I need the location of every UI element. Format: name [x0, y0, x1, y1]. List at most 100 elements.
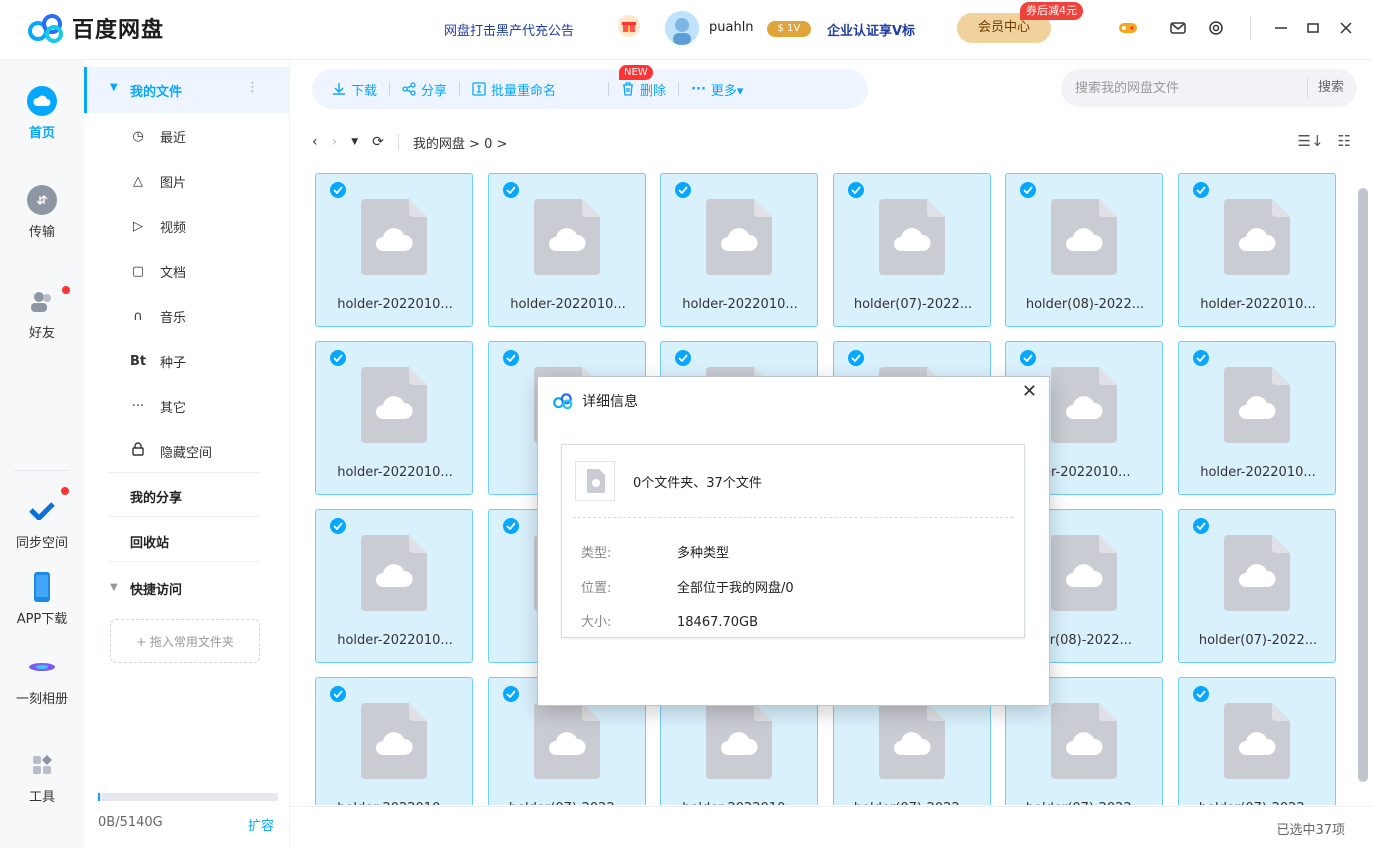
left-rail: 首页 传输 好友 同步空间 APP下载 一刻相册 工具 — [0, 60, 84, 848]
view-options: ☰↓ ☷ — [1298, 132, 1351, 150]
drop-folder-zone[interactable]: + 拖入常用文件夹 — [110, 619, 260, 663]
file-tile[interactable]: holder-2022010... — [660, 173, 818, 327]
enterprise-verify-link[interactable]: 企业认证享V标 — [827, 20, 915, 39]
close-icon[interactable]: ✕ — [1022, 381, 1037, 402]
collapse-arrow-icon[interactable]: ▼ — [110, 82, 118, 93]
rail-item-app-download[interactable]: APP下载 — [0, 572, 84, 627]
check-icon[interactable] — [503, 518, 519, 534]
details-value: 全部位于我的网盘/0 — [677, 581, 794, 596]
sort-icon[interactable]: ☰↓ — [1298, 132, 1324, 150]
my-share-link[interactable]: 我的分享 — [130, 487, 182, 506]
check-icon[interactable] — [330, 182, 346, 198]
new-badge: NEW — [619, 65, 653, 80]
rail-item-moment-album[interactable]: 一刻相册 — [0, 652, 84, 707]
file-name: holder-2022010... — [1200, 297, 1316, 312]
side-item-music[interactable]: ∩ 音乐 — [84, 296, 290, 336]
check-icon[interactable] — [503, 686, 519, 702]
forward-arrow-icon[interactable]: › — [332, 134, 338, 150]
search-button[interactable]: 搜索 — [1307, 78, 1344, 98]
rail-label-moment-album: 一刻相册 — [15, 692, 68, 707]
file-tile[interactable]: holder-2022010... — [315, 677, 473, 805]
history-dropdown-icon[interactable]: ▼ — [351, 137, 358, 147]
rename-icon — [472, 82, 486, 96]
back-arrow-icon[interactable]: ‹ — [312, 134, 318, 150]
settings-icon[interactable] — [1205, 17, 1227, 39]
file-tile[interactable]: holder-2022010... — [315, 173, 473, 327]
side-item-torrents[interactable]: Bt 种子 — [84, 341, 290, 381]
check-icon[interactable] — [1193, 686, 1209, 702]
rail-item-transfer[interactable]: 传输 — [0, 185, 84, 240]
gift-icon[interactable] — [618, 15, 640, 37]
check-icon[interactable] — [675, 182, 691, 198]
announcement-link[interactable]: 网盘打击黑产代充公告 — [444, 20, 574, 39]
share-button[interactable]: 分享 — [390, 80, 459, 99]
minimize-icon[interactable] — [1270, 17, 1292, 39]
search-input[interactable] — [1061, 80, 1307, 96]
rail-item-sync-space[interactable]: 同步空间 — [0, 496, 84, 551]
breadcrumb-root[interactable]: 我的网盘 — [413, 137, 465, 152]
check-icon[interactable] — [1020, 350, 1036, 366]
breadcrumb-current[interactable]: 0 — [484, 137, 492, 152]
username[interactable]: puahln — [709, 20, 754, 35]
check-icon[interactable] — [330, 686, 346, 702]
check-icon[interactable] — [330, 350, 346, 366]
quick-access-arrow-icon[interactable]: ▼ — [110, 582, 118, 593]
check-icon[interactable] — [675, 350, 691, 366]
rail-item-friends[interactable]: 好友 — [0, 286, 84, 341]
check-icon[interactable] — [1193, 518, 1209, 534]
side-item-recent[interactable]: ◷ 最近 — [84, 116, 290, 156]
check-icon[interactable] — [330, 518, 346, 534]
side-item-hidden-space[interactable]: 隐藏空间 — [84, 431, 290, 471]
album-icon — [27, 652, 57, 682]
more-button[interactable]: ··· 更多▾ — [679, 80, 755, 99]
scrollbar-thumb[interactable] — [1358, 188, 1368, 782]
quick-access-header[interactable]: 快捷访问 — [130, 579, 182, 598]
file-tile[interactable]: holder-2022010... — [488, 173, 646, 327]
check-icon[interactable] — [1020, 182, 1036, 198]
side-item-documents[interactable]: ▢ 文档 — [84, 251, 290, 291]
cloud-file-icon — [1224, 703, 1290, 779]
check-icon[interactable] — [503, 350, 519, 366]
recycle-bin-link[interactable]: 回收站 — [130, 532, 169, 551]
file-name: holder(07)-2022... — [1179, 801, 1337, 805]
more-options-icon[interactable]: ⋮ — [246, 80, 259, 95]
file-tile[interactable]: holder-2022010... — [315, 341, 473, 495]
lock-icon — [130, 442, 146, 460]
side-item-images[interactable]: △ 图片 — [84, 161, 290, 201]
check-icon[interactable] — [1193, 182, 1209, 198]
check-icon[interactable] — [848, 350, 864, 366]
maximize-icon[interactable] — [1302, 17, 1324, 39]
rail-item-tools[interactable]: 工具 — [0, 750, 84, 805]
cloud-file-icon — [1051, 535, 1117, 611]
close-window-icon[interactable] — [1335, 17, 1357, 39]
file-tile[interactable]: holder-2022010... — [1178, 341, 1336, 495]
game-icon[interactable] — [1117, 17, 1139, 39]
cloud-file-icon — [534, 199, 600, 275]
check-icon[interactable] — [1193, 350, 1209, 366]
delete-button[interactable]: 删除 — [609, 80, 678, 99]
file-tile[interactable]: holder-2022010... — [1178, 173, 1336, 327]
vip-badge[interactable]: $ 1V — [767, 21, 811, 37]
batch-rename-button[interactable]: 批量重命名 — [460, 80, 568, 99]
breadcrumb: 我的网盘 > 0 > — [413, 133, 508, 152]
file-tile[interactable]: holder(07)-2022... — [1178, 677, 1336, 805]
file-tile[interactable]: holder(07)-2022... — [1178, 509, 1336, 663]
file-tile[interactable]: holder(08)-2022... — [1005, 173, 1163, 327]
rail-item-home[interactable]: 首页 — [0, 86, 84, 141]
file-tile[interactable]: holder(07)-2022... — [833, 173, 991, 327]
side-item-others[interactable]: ··· 其它 — [84, 386, 290, 426]
file-tile[interactable]: holder-2022010... — [315, 509, 473, 663]
search-box: 搜索 — [1061, 69, 1357, 107]
download-button[interactable]: 下载 — [312, 80, 389, 99]
expand-storage-link[interactable]: 扩容 — [248, 815, 274, 834]
storage-quota-fill — [98, 793, 100, 801]
mail-icon[interactable] — [1167, 17, 1189, 39]
my-files-header[interactable]: ▼ 我的文件 ⋮ — [84, 67, 290, 113]
check-icon[interactable] — [848, 182, 864, 198]
list-view-icon[interactable]: ☷ — [1338, 132, 1351, 150]
cloud-file-icon — [361, 199, 427, 275]
side-item-videos[interactable]: ▷ 视频 — [84, 206, 290, 246]
refresh-icon[interactable]: ⟳ — [372, 134, 384, 150]
avatar[interactable] — [665, 11, 699, 45]
check-icon[interactable] — [503, 182, 519, 198]
